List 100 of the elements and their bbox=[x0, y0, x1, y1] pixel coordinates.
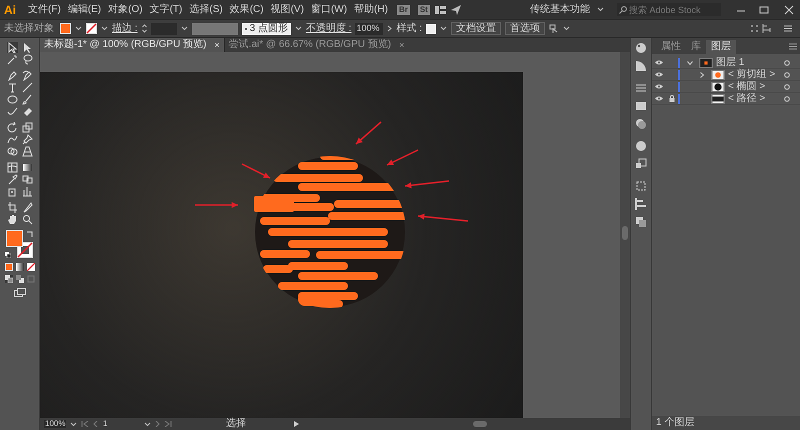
target-circle-icon[interactable] bbox=[784, 84, 790, 90]
paintbrush-icon[interactable] bbox=[22, 94, 32, 104]
transform-icon[interactable] bbox=[635, 180, 647, 192]
menu-item[interactable]: 文字(T) bbox=[148, 4, 184, 14]
document-tab[interactable]: 未标题-1* @ 100% (RGB/GPU 预览) × bbox=[40, 38, 224, 52]
type-icon[interactable] bbox=[6, 82, 18, 92]
none-mode-icon[interactable] bbox=[26, 263, 34, 271]
draw-behind-icon[interactable] bbox=[16, 275, 24, 283]
transparency-icon[interactable] bbox=[635, 118, 647, 130]
color-guide-icon[interactable] bbox=[635, 60, 647, 72]
gradient-panel-icon[interactable] bbox=[635, 100, 647, 112]
zoom-field[interactable]: 100% bbox=[44, 420, 66, 428]
panel-menu-icon[interactable] bbox=[784, 25, 792, 32]
caret-icon[interactable] bbox=[144, 422, 151, 426]
gradient-icon[interactable] bbox=[22, 162, 32, 172]
stroke-lines-icon[interactable] bbox=[635, 82, 647, 94]
play-icon[interactable] bbox=[294, 421, 299, 427]
search-field[interactable]: 搜索 Adobe Stock bbox=[617, 3, 721, 16]
menu-item[interactable]: 窗口(W) bbox=[310, 4, 348, 14]
last-page-icon[interactable] bbox=[164, 421, 172, 427]
brush-definition[interactable]: 3 点圆形 bbox=[242, 22, 291, 34]
menu-item[interactable]: 文件(F) bbox=[27, 4, 62, 14]
paper-plane-icon[interactable] bbox=[450, 4, 461, 14]
menu-item[interactable]: 效果(C) bbox=[228, 4, 265, 14]
caret-icon[interactable] bbox=[440, 26, 448, 31]
vertical-scrollbar[interactable] bbox=[620, 52, 630, 418]
fill-swatch[interactable] bbox=[6, 230, 22, 247]
zoom-icon[interactable] bbox=[22, 214, 32, 224]
line-icon[interactable] bbox=[22, 82, 32, 92]
variable-width-profile[interactable] bbox=[192, 22, 238, 34]
stepper-icon[interactable] bbox=[142, 24, 147, 33]
default-colors-icon[interactable] bbox=[4, 252, 10, 258]
stroke-swatch[interactable] bbox=[86, 23, 97, 34]
tab-close-button[interactable]: × bbox=[399, 40, 404, 50]
tab-title[interactable]: 未标题-1* @ 100% (RGB/GPU 预览) bbox=[44, 40, 206, 50]
slice-icon[interactable] bbox=[22, 202, 32, 212]
tab-title[interactable]: 尝试.ai* @ 66.67% (RGB/GPU 预览) bbox=[228, 40, 392, 50]
eye-icon[interactable] bbox=[655, 84, 663, 89]
caret-icon[interactable] bbox=[70, 422, 77, 426]
layer-name[interactable]: 图层 1 bbox=[716, 58, 784, 68]
caret-icon[interactable] bbox=[597, 7, 604, 12]
layer-row[interactable]: < 椭圆 > bbox=[652, 81, 800, 93]
align-icon[interactable] bbox=[762, 24, 772, 33]
selection-arrow-icon[interactable] bbox=[6, 42, 18, 52]
ellipse-icon[interactable] bbox=[6, 94, 18, 104]
caret-icon[interactable] bbox=[101, 26, 108, 31]
layer-name[interactable]: < 路径 > bbox=[728, 94, 784, 104]
shaper-icon[interactable] bbox=[6, 106, 18, 116]
eye-icon[interactable] bbox=[655, 72, 663, 77]
menu-item[interactable]: 选择(S) bbox=[188, 4, 224, 14]
perspective-grid-icon[interactable] bbox=[22, 146, 32, 156]
curvature-pen-icon[interactable] bbox=[22, 70, 32, 80]
mesh-icon[interactable] bbox=[6, 162, 18, 172]
layer-name[interactable]: < 椭圆 > bbox=[728, 82, 784, 92]
hand-icon[interactable] bbox=[6, 214, 18, 224]
target-circle-icon[interactable] bbox=[784, 60, 790, 66]
fill-swatch[interactable] bbox=[60, 23, 71, 34]
layer-row[interactable]: 图层 1 bbox=[652, 57, 800, 69]
bar-graph-icon[interactable] bbox=[22, 186, 32, 196]
graphic-styles-icon[interactable] bbox=[635, 158, 647, 170]
panel-menu-icon[interactable] bbox=[789, 43, 797, 50]
direct-selection-arrow-icon[interactable] bbox=[22, 42, 32, 52]
pen-icon[interactable] bbox=[6, 70, 18, 80]
target-circle-icon[interactable] bbox=[784, 96, 790, 102]
pathfinder-icon[interactable] bbox=[635, 216, 647, 228]
magic-wand-icon[interactable] bbox=[6, 54, 18, 64]
blend-icon[interactable] bbox=[22, 174, 32, 184]
previous-page-icon[interactable] bbox=[93, 421, 98, 427]
layer-row[interactable]: < 路径 > bbox=[652, 93, 800, 105]
align-panel-icon[interactable] bbox=[635, 198, 647, 210]
panel-tab[interactable]: 库 bbox=[686, 40, 706, 54]
panel-tab[interactable]: 属性 bbox=[656, 40, 686, 54]
arrange-icon[interactable] bbox=[549, 24, 560, 34]
toolbar-button[interactable]: 文档设置 bbox=[451, 22, 502, 35]
panel-tab[interactable]: 图层 bbox=[706, 40, 736, 54]
tab-close-button[interactable]: × bbox=[214, 40, 220, 50]
caret-icon[interactable] bbox=[180, 26, 188, 31]
appearance-icon[interactable] bbox=[635, 140, 647, 152]
layout-grid-icon[interactable] bbox=[434, 6, 446, 14]
symbol-sprayer-icon[interactable] bbox=[6, 186, 18, 196]
style-swatch[interactable] bbox=[426, 24, 436, 34]
lasso-icon[interactable] bbox=[22, 54, 32, 64]
caret-icon[interactable] bbox=[75, 26, 82, 31]
artboard-icon[interactable] bbox=[6, 202, 18, 212]
toolbar-button[interactable]: 首选项 bbox=[505, 22, 546, 35]
scale-icon[interactable] bbox=[22, 122, 32, 132]
chevron-down-icon[interactable] bbox=[687, 60, 693, 66]
gradient-mode-icon[interactable] bbox=[16, 263, 24, 271]
next-page-icon[interactable] bbox=[155, 421, 160, 427]
first-page-icon[interactable] bbox=[81, 421, 89, 427]
layer-name[interactable]: < 剪切组 > bbox=[728, 70, 784, 80]
menu-item[interactable]: 视图(V) bbox=[270, 4, 305, 14]
eraser-icon[interactable] bbox=[22, 106, 32, 116]
artboard-field[interactable]: 1 bbox=[102, 420, 140, 428]
draw-normal-icon[interactable] bbox=[4, 275, 12, 283]
grid-dots-icon[interactable] bbox=[751, 25, 758, 32]
color-mode-button[interactable] bbox=[4, 263, 12, 271]
lock-icon[interactable] bbox=[669, 95, 675, 102]
workspace-switcher[interactable]: 传统基本功能 bbox=[530, 4, 590, 14]
target-circle-icon[interactable] bbox=[784, 72, 790, 78]
